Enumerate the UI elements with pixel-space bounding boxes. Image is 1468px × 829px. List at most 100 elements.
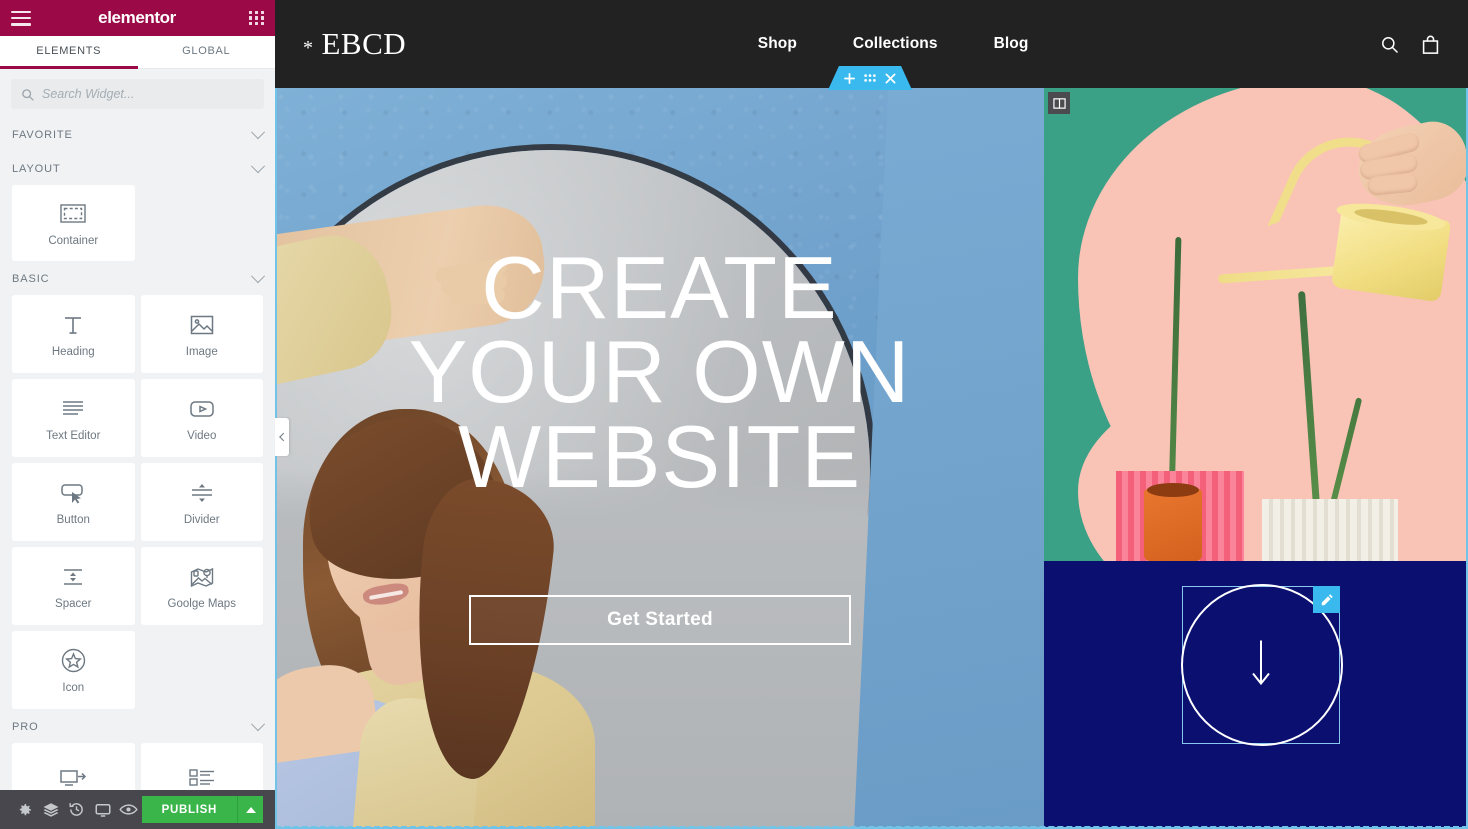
divider-icon	[188, 479, 216, 507]
publish-button[interactable]: PUBLISH	[141, 796, 237, 823]
spacer-icon	[59, 563, 87, 591]
scroll-down-widget[interactable]	[1181, 584, 1343, 746]
panel-header: elementor	[0, 0, 275, 36]
tab-global[interactable]: GLOBAL	[138, 36, 276, 69]
layout-widget-grid: Container	[0, 185, 275, 261]
white-ribbed-pot	[1262, 499, 1398, 561]
section-layout[interactable]: LAYOUT	[0, 151, 275, 185]
widget-list[interactable]: FAVORITE LAYOUT Container BASIC Heading …	[0, 117, 275, 790]
panel-bottom-bar: PUBLISH	[0, 790, 275, 829]
logo-star-mark: *	[303, 37, 314, 59]
widget-label: Goolge Maps	[167, 597, 236, 610]
google-maps-icon	[188, 563, 216, 591]
widget-label: Container	[48, 234, 99, 247]
widget-pro-posts[interactable]	[12, 743, 135, 790]
widget-spacer[interactable]: Spacer	[12, 547, 135, 625]
site-logo[interactable]: * EBCD	[303, 26, 406, 62]
widget-label: Icon	[62, 681, 85, 694]
panel-collapse-button[interactable]	[275, 418, 289, 456]
search-icon[interactable]	[1380, 35, 1399, 54]
widget-text-editor[interactable]: Text Editor	[12, 379, 135, 457]
section-title: FAVORITE	[12, 129, 73, 141]
chevron-down-icon	[250, 125, 266, 140]
column-handle-icon[interactable]	[1048, 92, 1070, 114]
header-icons	[1380, 34, 1440, 55]
heading-icon	[59, 311, 87, 339]
basic-widget-grid: Heading Image Text Editor Video Button D…	[0, 295, 275, 709]
responsive-monitor-icon[interactable]	[90, 790, 116, 829]
widget-heading[interactable]: Heading	[12, 295, 135, 373]
preview-canvas[interactable]: * EBCD Shop Collections Blog CREATE YOUR…	[275, 0, 1468, 829]
star-icon	[59, 647, 87, 675]
widget-image[interactable]: Image	[140, 295, 263, 373]
text-editor-icon	[59, 395, 87, 423]
widget-divider[interactable]: Divider	[140, 463, 263, 541]
hero-line-1: CREATE	[481, 238, 838, 337]
hero-heading[interactable]: CREATE YOUR OWN WEBSITE	[275, 238, 1044, 500]
section-title: BASIC	[12, 273, 50, 285]
section-pro[interactable]: PRO	[0, 709, 275, 743]
section-favorite[interactable]: FAVORITE	[0, 117, 275, 151]
pro-widget-grid	[0, 743, 275, 790]
layers-icon[interactable]	[38, 790, 64, 829]
tab-elements[interactable]: ELEMENTS	[0, 36, 138, 69]
chevron-down-icon	[250, 269, 266, 284]
section-title: PRO	[12, 721, 39, 733]
widget-label: Button	[56, 513, 90, 526]
publish-options-button[interactable]	[237, 796, 263, 823]
list-icon	[188, 765, 216, 791]
edit-pencil-icon[interactable]	[1313, 586, 1340, 613]
shopping-bag-icon[interactable]	[1421, 34, 1440, 55]
section-title: LAYOUT	[12, 163, 61, 175]
section-basic[interactable]: BASIC	[0, 261, 275, 295]
preview-eye-icon[interactable]	[116, 790, 142, 829]
plants-image[interactable]	[1044, 88, 1468, 561]
search-widget-area	[0, 69, 275, 117]
add-section-icon[interactable]	[844, 72, 855, 84]
history-icon[interactable]	[64, 790, 90, 829]
panel-tabs: ELEMENTS GLOBAL	[0, 36, 275, 69]
grid-dots-icon[interactable]	[249, 10, 264, 26]
widget-container[interactable]: Container	[12, 185, 135, 261]
widget-label: Spacer	[55, 597, 92, 610]
elementor-logo: elementor	[98, 8, 176, 27]
widget-icon[interactable]: Icon	[12, 631, 135, 709]
publish-group: PUBLISH	[141, 796, 263, 823]
chevron-left-icon	[279, 432, 288, 442]
nav-item-shop[interactable]: Shop	[758, 35, 797, 53]
page-section[interactable]: CREATE YOUR OWN WEBSITE Get Started	[275, 88, 1468, 829]
nav-item-collections[interactable]: Collections	[853, 35, 938, 53]
chevron-down-icon	[250, 717, 266, 732]
widget-video[interactable]: Video	[140, 379, 263, 457]
button-icon	[59, 479, 87, 507]
video-icon	[188, 395, 216, 423]
container-icon	[59, 200, 87, 228]
chevron-down-icon	[250, 159, 266, 174]
elementor-editor: elementor ELEMENTS GLOBAL FAVORITE	[0, 0, 1468, 829]
right-column[interactable]	[1044, 88, 1468, 829]
get-started-button[interactable]: Get Started	[469, 595, 851, 645]
widget-label: Image	[185, 345, 218, 358]
elementor-panel: elementor ELEMENTS GLOBAL FAVORITE	[0, 0, 275, 829]
search-icon	[22, 88, 34, 101]
widget-pro-list[interactable]	[140, 743, 263, 791]
widget-google-maps[interactable]: Goolge Maps	[140, 547, 263, 625]
search-input[interactable]	[42, 87, 254, 101]
drag-section-icon[interactable]	[864, 73, 876, 83]
widget-label: Heading	[51, 345, 95, 358]
posts-icon	[59, 765, 87, 791]
arrow-down-icon	[1250, 639, 1272, 692]
nav-item-blog[interactable]: Blog	[994, 35, 1029, 53]
logo-text: EBCD	[321, 26, 407, 61]
caret-up-icon	[245, 806, 256, 813]
settings-gear-icon[interactable]	[12, 790, 38, 829]
orange-pot	[1144, 483, 1202, 561]
close-section-icon[interactable]	[885, 73, 896, 84]
widget-label: Video	[187, 429, 217, 442]
section-edit-handle[interactable]	[828, 66, 912, 90]
widget-button[interactable]: Button	[12, 463, 135, 541]
search-box[interactable]	[11, 79, 264, 109]
hero-column[interactable]: CREATE YOUR OWN WEBSITE Get Started	[275, 88, 1044, 829]
widget-label: Text Editor	[46, 429, 101, 442]
navy-section[interactable]	[1044, 561, 1468, 829]
